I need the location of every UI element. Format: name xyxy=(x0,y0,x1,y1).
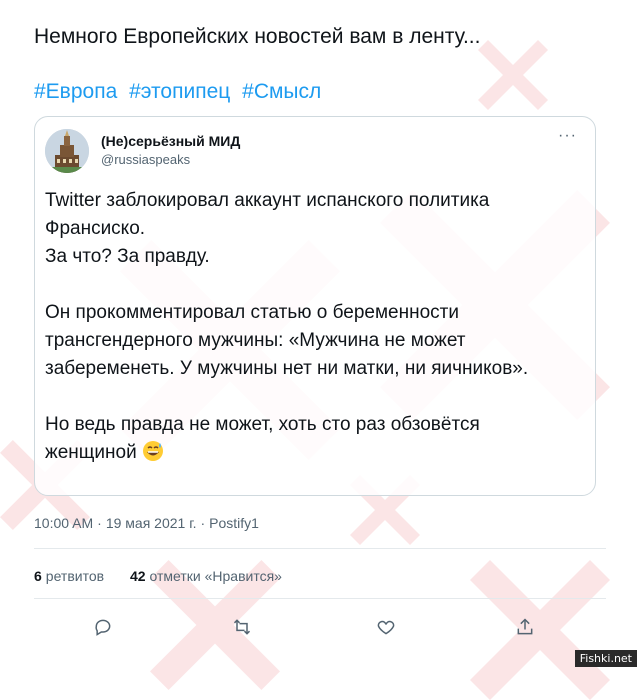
retweets-count: 6 xyxy=(34,568,42,584)
likes-label: отметки «Нравится» xyxy=(149,568,282,584)
quote-paragraph: Twitter заблокировал аккаунт испанского … xyxy=(45,190,490,239)
tweet-stats: 6 ретвитов 42 отметки «Нравится» xyxy=(34,568,304,584)
quote-paragraph-last: Но ведь правда не может, хоть сто раз об… xyxy=(45,411,575,471)
likes-stat[interactable]: 42 отметки «Нравится» xyxy=(130,568,282,584)
tweet-text: Немного Европейских новостей вам в ленту… xyxy=(34,25,481,48)
building-avatar-icon xyxy=(45,129,89,173)
share-icon[interactable] xyxy=(510,612,540,642)
like-icon[interactable] xyxy=(371,612,401,642)
author-name[interactable]: (Не)серьёзный МИД xyxy=(101,133,240,149)
quote-paragraph-text: Но ведь правда не может, хоть сто раз об… xyxy=(45,414,480,463)
retweets-label: ретвитов xyxy=(45,568,105,584)
quote-paragraph: Он прокомментировал статью о беременност… xyxy=(45,302,529,379)
quote-paragraph: За что? За правду. xyxy=(45,246,210,267)
tweet-date[interactable]: 19 мая 2021 г. xyxy=(106,515,197,531)
avatar[interactable] xyxy=(45,129,89,173)
watermark-credit: Fishki.net xyxy=(574,650,637,667)
tweet-source[interactable]: Postify1 xyxy=(209,515,259,531)
hashtag-europe[interactable]: #Европа xyxy=(34,80,117,103)
watermark-cross xyxy=(478,40,548,110)
author-handle[interactable]: @russiaspeaks xyxy=(101,152,190,167)
tweet-actions xyxy=(34,612,606,642)
reply-icon[interactable] xyxy=(88,612,118,642)
retweet-icon[interactable] xyxy=(227,612,257,642)
meta-separator: · xyxy=(200,515,206,531)
meta-separator: · xyxy=(97,515,102,531)
hashtags: #Европа #этопипец #Смысл xyxy=(34,77,327,107)
hashtag-etopipets[interactable]: #этопипец xyxy=(129,80,230,103)
tweet-time[interactable]: 10:00 AM xyxy=(34,515,93,531)
retweets-stat[interactable]: 6 ретвитов xyxy=(34,568,104,584)
likes-count: 42 xyxy=(129,568,146,584)
hashtag-smysl[interactable]: #Смысл xyxy=(242,80,321,103)
grinning-sweat-emoji-icon xyxy=(142,440,164,471)
tweet-meta: 10:00 AM · 19 мая 2021 г. · Postify1 xyxy=(34,515,259,531)
divider xyxy=(34,598,606,599)
more-options-icon[interactable]: ··· xyxy=(558,127,577,145)
quote-body: Twitter заблокировал аккаунт испанского … xyxy=(45,187,575,471)
quoted-tweet[interactable]: (Не)серьёзный МИД @russiaspeaks ··· Twit… xyxy=(34,116,596,496)
divider xyxy=(34,548,606,549)
